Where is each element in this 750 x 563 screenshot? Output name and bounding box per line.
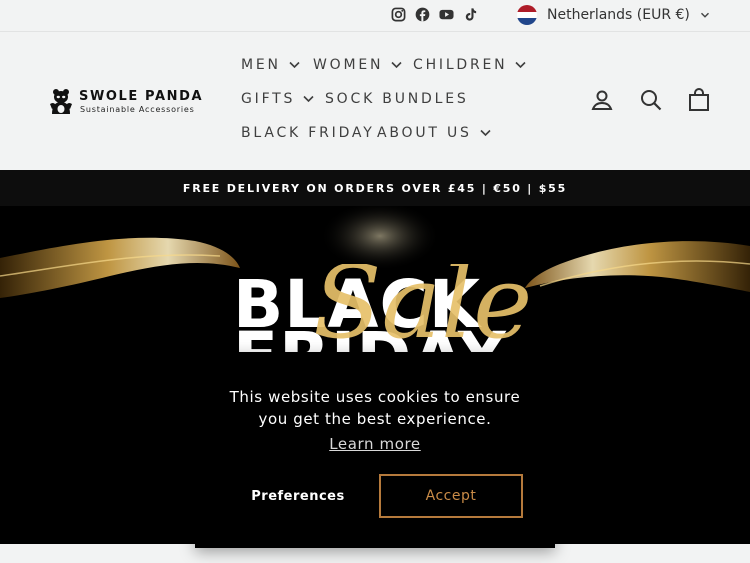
flag-stripe-red (517, 5, 537, 12)
nav-about-us[interactable]: ABOUT US (377, 125, 491, 141)
chevron-down-icon (700, 12, 709, 18)
account-icon[interactable] (590, 88, 614, 112)
chevron-down-icon (303, 95, 314, 103)
nav-gifts-label: GIFTS (241, 91, 296, 107)
youtube-icon[interactable] (439, 7, 454, 22)
nav-women[interactable]: WOMEN (313, 57, 402, 73)
country-selector-label: Netherlands (EUR €) (547, 7, 690, 23)
nav-sock-bundles-label: SOCK BUNDLES (325, 91, 469, 107)
country-selector[interactable]: Netherlands (EUR €) (517, 4, 710, 26)
flag-stripe-white (517, 11, 537, 19)
hero-headline: BLACK FRIDAY Sale (223, 264, 543, 354)
accept-button[interactable]: Accept (379, 474, 523, 518)
nav-men-label: MEN (241, 57, 281, 73)
cookie-banner: This website uses cookies to ensure you … (195, 352, 555, 548)
chevron-down-icon (515, 61, 527, 69)
chevron-down-icon (391, 61, 402, 69)
cookie-message: This website uses cookies to ensure you … (229, 388, 521, 428)
nav-women-label: WOMEN (313, 57, 384, 73)
chevron-down-icon (480, 129, 491, 137)
preferences-button[interactable]: Preferences (245, 474, 351, 518)
netherlands-flag-icon (517, 5, 537, 25)
flag-stripe-blue (517, 18, 537, 25)
panda-logo-icon (50, 89, 72, 114)
search-icon[interactable] (639, 88, 663, 112)
instagram-icon[interactable] (391, 7, 406, 22)
nav-about-us-label: ABOUT US (377, 125, 472, 141)
logo-name: SWOLE PANDA (79, 89, 204, 104)
announcement-bar: FREE DELIVERY ON ORDERS OVER £45 | €50 |… (0, 170, 750, 206)
nav-black-friday-label: BLACK FRIDAY (241, 125, 375, 141)
hero-script-sale: Sale (313, 264, 533, 354)
nav-sock-bundles[interactable]: SOCK BUNDLES (325, 91, 469, 107)
facebook-icon[interactable] (415, 7, 430, 22)
site-header: SWOLE PANDA Sustainable Accessories MEN … (0, 32, 750, 170)
nav-children[interactable]: CHILDREN (413, 57, 527, 73)
social-links (391, 7, 478, 22)
nav-gifts[interactable]: GIFTS (241, 91, 314, 107)
site-logo[interactable]: SWOLE PANDA Sustainable Accessories (47, 86, 207, 116)
logo-tagline: Sustainable Accessories (80, 105, 195, 114)
announcement-text: FREE DELIVERY ON ORDERS OVER £45 | €50 |… (182, 181, 568, 195)
utility-bar: Netherlands (EUR €) (0, 0, 750, 32)
cart-icon[interactable] (687, 88, 711, 112)
nav-children-label: CHILDREN (413, 57, 508, 73)
tiktok-icon[interactable] (463, 7, 478, 22)
learn-more-link[interactable]: Learn more (195, 435, 555, 453)
chevron-down-icon (289, 61, 300, 69)
nav-black-friday[interactable]: BLACK FRIDAY (241, 125, 375, 141)
nav-men[interactable]: MEN (241, 57, 300, 73)
